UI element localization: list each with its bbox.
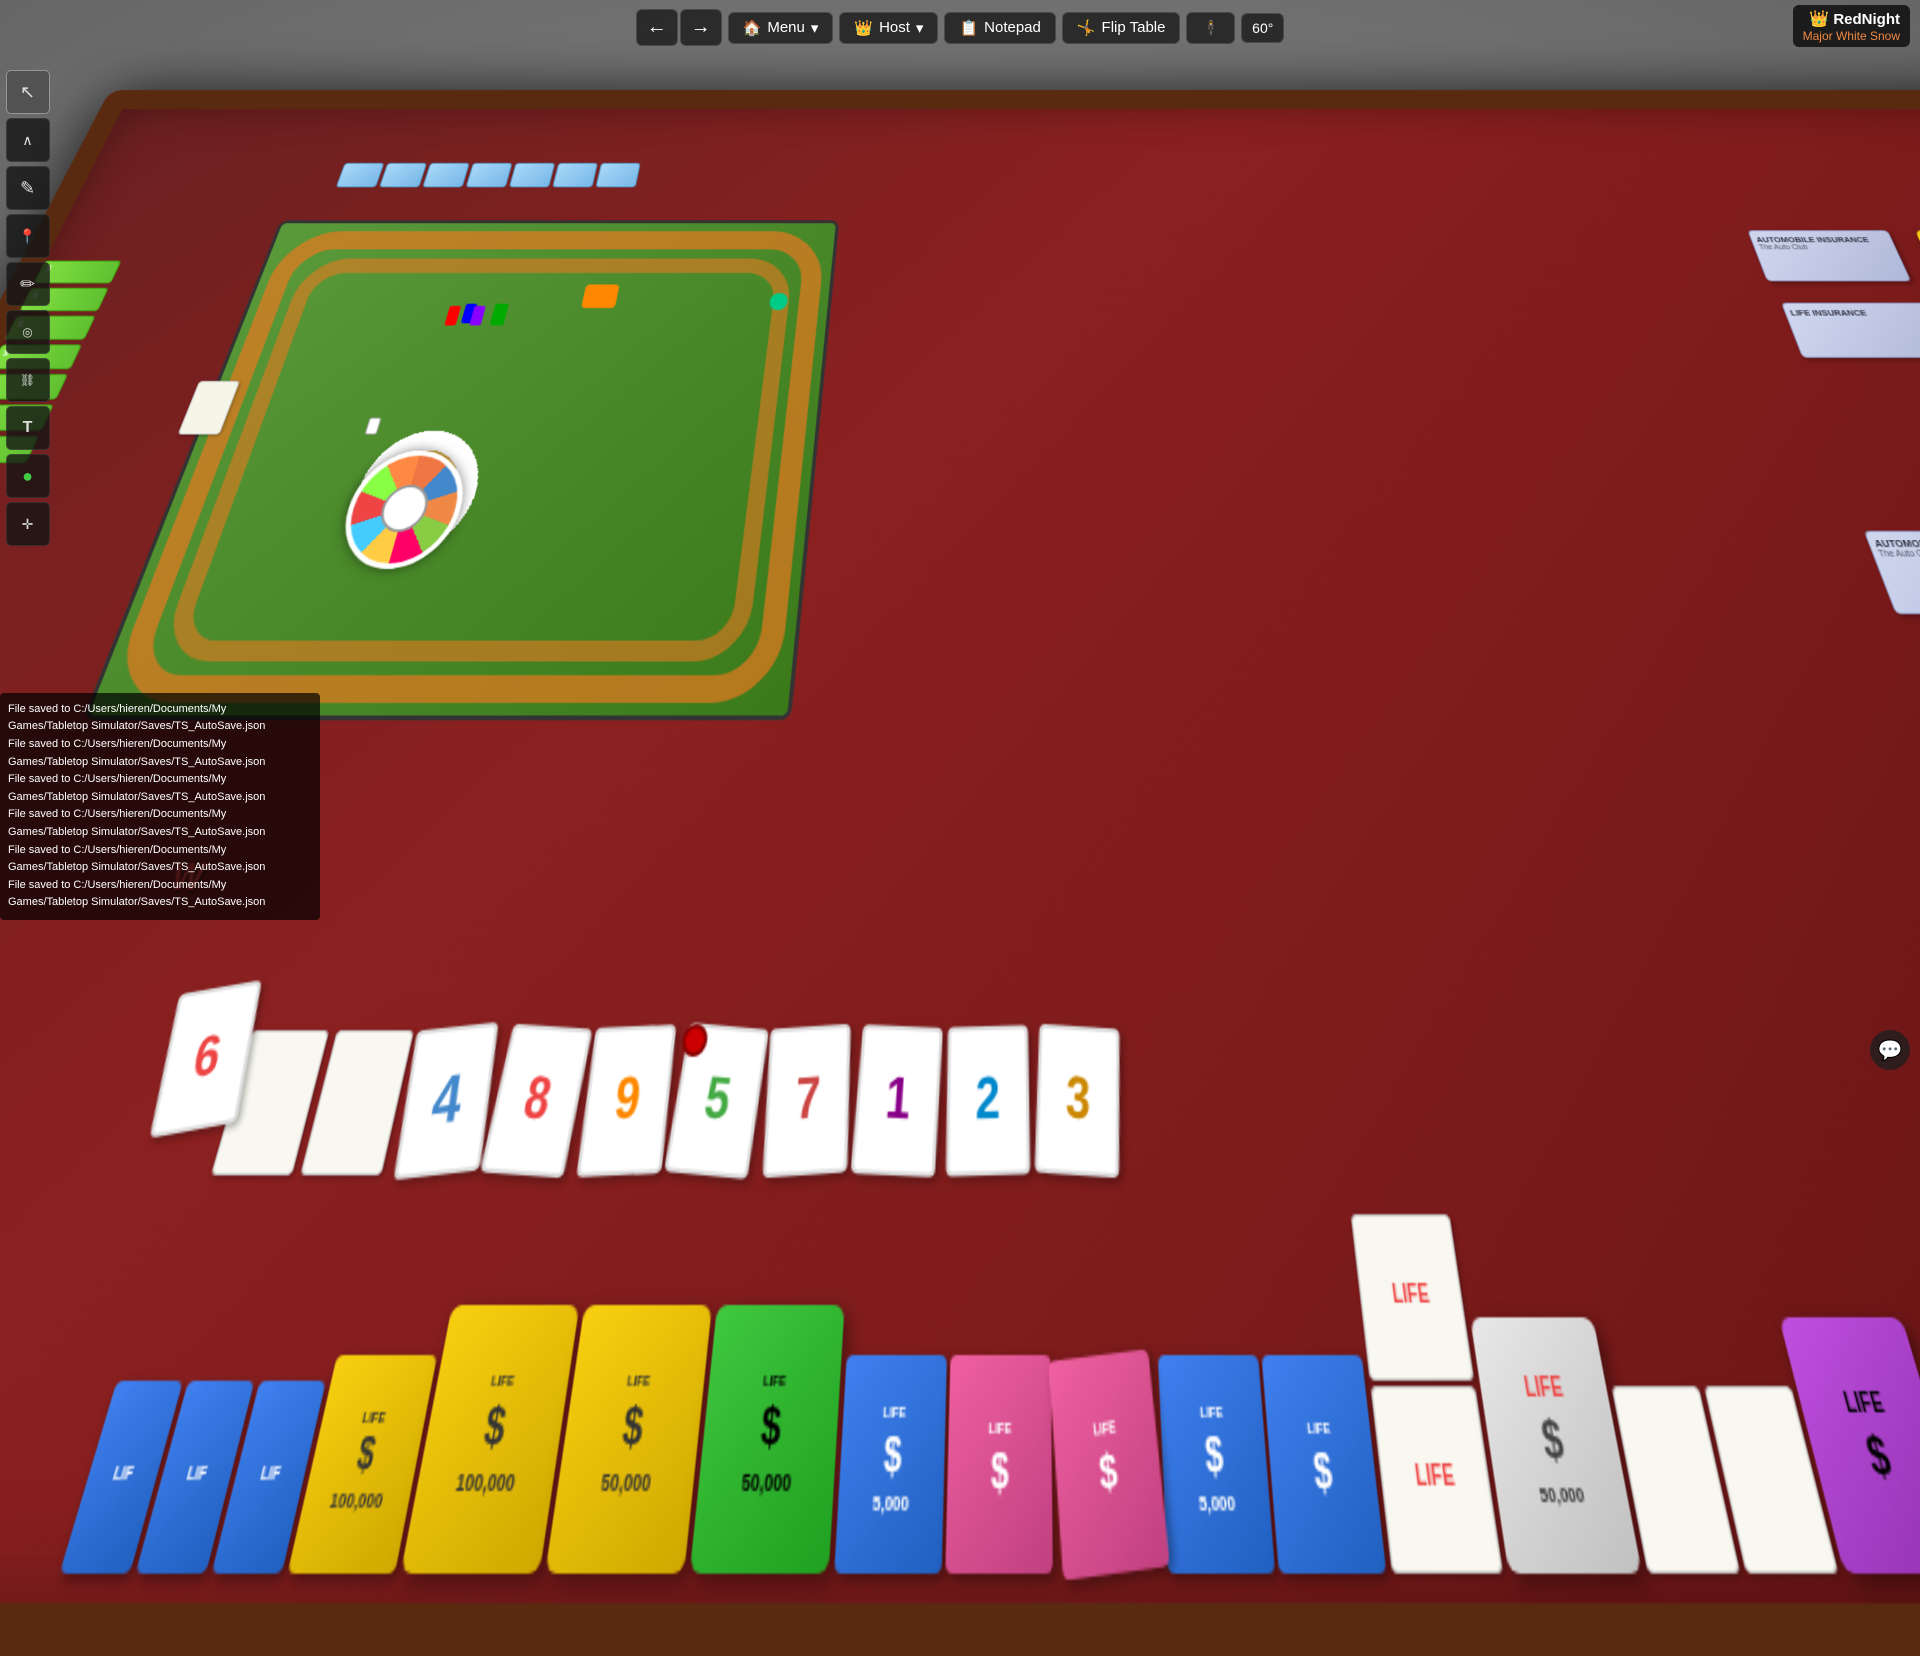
menu-chevron: ▾ bbox=[811, 19, 819, 37]
pencil-icon: ✏ bbox=[20, 274, 35, 295]
life-card-bottom-1[interactable]: LIFE $ 5,000 bbox=[834, 1355, 947, 1574]
life-card-group-bottom: LIFE $ 5,000 LIFE $ LIFE $ LIFE $ 5,000 bbox=[834, 1355, 1386, 1574]
log-entry-1: File saved to C:/Users/hieren/Documents/… bbox=[8, 701, 312, 719]
insurance-card-3-area: AUTOMOBILE INSURANCE The Auto Club bbox=[1863, 531, 1920, 615]
cards-top-area bbox=[336, 163, 641, 187]
pin-icon: 📍 bbox=[19, 228, 36, 245]
host-button[interactable]: 👑 Host ▾ bbox=[839, 12, 938, 44]
white-life-card-2[interactable]: LIFE bbox=[1370, 1386, 1503, 1574]
life-card-bottom-2[interactable]: LIFE $ 5,000 bbox=[1158, 1355, 1275, 1574]
bottom-life-cards: LIF LIF LIF LIFE $ 100,000 LIFE $ 100,00… bbox=[51, 1214, 1920, 1603]
cursor-tool-button[interactable]: ↖ bbox=[6, 70, 50, 114]
spinner-center bbox=[375, 485, 433, 532]
log-entry-8: Games/Tabletop Simulator/Saves/TS_AutoSa… bbox=[8, 824, 312, 842]
number-cards-row: 4 8 9 5 7 1 2 3 bbox=[211, 1026, 1122, 1175]
insurance-card-area: AUTOMOBILE INSURANCE The Auto Club bbox=[1747, 230, 1911, 281]
home-icon: 🏠 bbox=[743, 19, 762, 37]
blue-card-7[interactable] bbox=[595, 163, 640, 187]
bottom-right-cards: LIFE LIFE LIFE $ 50,000 LIFE $ bbox=[1351, 1214, 1920, 1573]
insurance-card-3[interactable]: AUTOMOBILE INSURANCE The Auto Club bbox=[1863, 531, 1920, 615]
num-card-9[interactable]: 9 bbox=[576, 1024, 676, 1177]
host-chevron: ▾ bbox=[916, 19, 924, 37]
username: RedNight bbox=[1833, 11, 1900, 28]
blue-card-4[interactable] bbox=[466, 163, 513, 187]
log-entry-4: Games/Tabletop Simulator/Saves/TS_AutoSa… bbox=[8, 754, 312, 772]
move-tool-button[interactable]: ✛ bbox=[6, 502, 50, 546]
num-card-2[interactable]: 2 bbox=[946, 1025, 1030, 1176]
forward-button[interactable]: → bbox=[680, 9, 722, 46]
user-crown-icon: 👑 bbox=[1809, 9, 1829, 29]
blue-card-5[interactable] bbox=[509, 163, 555, 187]
rotate-tool-button[interactable]: ∧ bbox=[6, 118, 50, 162]
menu-button[interactable]: 🏠 Menu ▾ bbox=[728, 12, 834, 44]
log-entry-7: File saved to C:/Users/hieren/Documents/… bbox=[8, 806, 312, 824]
figure-icon: 🕴 bbox=[1201, 19, 1220, 37]
blue-card-3[interactable] bbox=[422, 163, 470, 187]
crown-icon: 👑 bbox=[854, 19, 873, 37]
figure-button[interactable]: 🕴 bbox=[1186, 12, 1235, 44]
text-icon: T bbox=[23, 419, 33, 437]
chat-button[interactable]: 💬 bbox=[1870, 1030, 1910, 1070]
log-entry-11: File saved to C:/Users/hieren/Documents/… bbox=[8, 877, 312, 895]
chat-icon-symbol: 💬 bbox=[1878, 1038, 1903, 1063]
color-tool-button[interactable]: ● bbox=[6, 454, 50, 498]
insurance-card-2[interactable]: LIFE INSURANCE bbox=[1781, 303, 1920, 358]
life-card-bottom-pink[interactable]: LIFE $ bbox=[945, 1355, 1053, 1574]
angle-button[interactable]: 60° bbox=[1241, 13, 1284, 43]
user-status: Major White Snow bbox=[1803, 29, 1900, 43]
notepad-icon: 📋 bbox=[959, 19, 978, 37]
white-life-card-1[interactable]: LIFE bbox=[1351, 1214, 1475, 1381]
move-icon: ✛ bbox=[22, 516, 34, 533]
num-card-8[interactable]: 8 bbox=[480, 1023, 593, 1178]
text-tool-button[interactable]: T bbox=[6, 406, 50, 450]
log-entry-9: File saved to C:/Users/hieren/Documents/… bbox=[8, 842, 312, 860]
draw-icon: ✎ bbox=[20, 178, 35, 199]
life-card-bottom-3[interactable]: LIFE $ bbox=[1261, 1355, 1386, 1574]
flip-icon: 🤸 bbox=[1077, 19, 1096, 37]
game-board[interactable] bbox=[82, 220, 839, 720]
num-card-7[interactable]: 7 bbox=[762, 1023, 850, 1178]
yellow-money-group: LIFE $ 100,000 LIFE $ 50,000 LIFE $ 50,0… bbox=[400, 1305, 844, 1574]
link-icon: ⛓ bbox=[20, 373, 35, 387]
log-entry-3: File saved to C:/Users/hieren/Documents/… bbox=[8, 736, 312, 754]
user-badge: 👑 RedNight Major White Snow bbox=[1793, 5, 1910, 47]
notepad-button[interactable]: 📋 Notepad bbox=[944, 12, 1055, 44]
num-card-3[interactable]: 3 bbox=[1035, 1023, 1120, 1178]
log-entry-2: Games/Tabletop Simulator/Saves/TS_AutoSa… bbox=[8, 718, 312, 736]
blue-card-2[interactable] bbox=[379, 163, 427, 187]
blue-card-1[interactable] bbox=[336, 163, 385, 187]
color-icon: ● bbox=[22, 466, 33, 487]
log-entry-12: Games/Tabletop Simulator/Saves/TS_AutoSa… bbox=[8, 894, 312, 912]
blue-card-6[interactable] bbox=[552, 163, 598, 187]
draw-tool-button[interactable]: ✎ bbox=[6, 166, 50, 210]
pencil-tool-button[interactable]: ✏ bbox=[6, 262, 50, 306]
log-panel: File saved to C:/Users/hieren/Documents/… bbox=[0, 693, 320, 920]
life-card-bottom-pink-2[interactable]: LIFE $ bbox=[1048, 1349, 1170, 1581]
left-toolbar: ↖ ∧ ✎ 📍 ✏ ◎ ⛓ T ● ✛ bbox=[0, 60, 55, 546]
lens-icon: ◎ bbox=[22, 325, 32, 339]
rotate-icon: ∧ bbox=[22, 132, 32, 149]
insurance-card-2-area: LIFE INSURANCE bbox=[1781, 303, 1920, 358]
log-entry-6: Games/Tabletop Simulator/Saves/TS_AutoSa… bbox=[8, 789, 312, 807]
pin-tool-button[interactable]: 📍 bbox=[6, 214, 50, 258]
num-card-1[interactable]: 1 bbox=[850, 1024, 943, 1177]
log-entry-10: Games/Tabletop Simulator/Saves/TS_AutoSa… bbox=[8, 859, 312, 877]
orange-piece[interactable] bbox=[581, 285, 620, 308]
insurance-card-1[interactable]: AUTOMOBILE INSURANCE The Auto Club bbox=[1747, 230, 1911, 281]
flip-table-button[interactable]: 🤸 Flip Table bbox=[1062, 12, 1181, 44]
table-outer: $ $ $ $ $ $ $ $ $ $ $ $ bbox=[60, 60, 1920, 1080]
lens-tool-button[interactable]: ◎ bbox=[6, 310, 50, 354]
cursor-icon: ↖ bbox=[20, 82, 35, 103]
big-green-1[interactable]: LIFE $ 50,000 bbox=[690, 1305, 845, 1574]
log-entry-5: File saved to C:/Users/hieren/Documents/… bbox=[8, 771, 312, 789]
num-card-5[interactable]: 5 bbox=[664, 1023, 769, 1180]
back-button[interactable]: ← bbox=[636, 9, 678, 46]
link-tool-button[interactable]: ⛓ bbox=[6, 358, 50, 402]
